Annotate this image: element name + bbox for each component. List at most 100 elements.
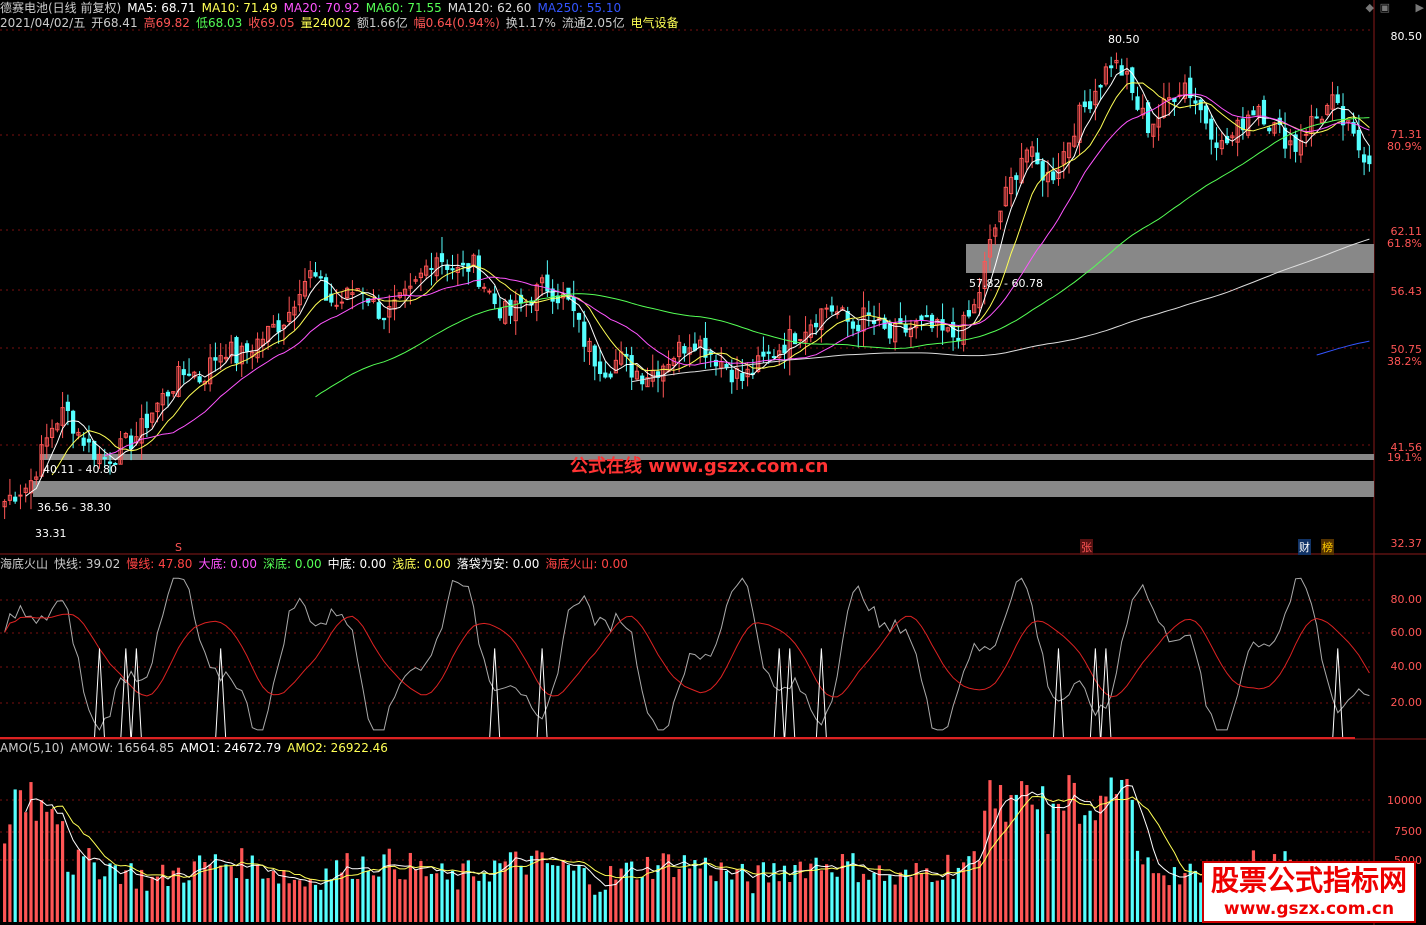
candle-body-240 — [1267, 127, 1272, 132]
watermark: 公式在线 www.gszx.com.cn — [570, 456, 829, 477]
candle-body-40 — [213, 357, 218, 361]
amo-bar-41 — [219, 865, 223, 922]
amo-bar-84 — [445, 879, 449, 922]
amo-bar-218 — [1151, 873, 1155, 922]
candle-body-230 — [1214, 142, 1219, 148]
amo-bar-162 — [856, 882, 860, 922]
candle-body-114 — [603, 372, 608, 378]
amo-bar-100 — [529, 855, 534, 922]
ma10-line — [51, 82, 1370, 476]
amo-bar-221 — [1167, 885, 1171, 922]
candle-body-112 — [592, 345, 597, 367]
candle-body-15 — [81, 437, 86, 446]
amo-bar-146 — [772, 863, 776, 922]
close-icon[interactable]: ▣ — [1380, 1, 1390, 14]
amo-bar-140 — [740, 863, 744, 922]
amo-bar-111 — [587, 884, 592, 922]
candle-body-175 — [924, 314, 929, 318]
amo-bar-53 — [282, 870, 286, 922]
amo-bar-159 — [840, 854, 845, 922]
candle-body-71 — [376, 302, 381, 319]
badge-title: 股票公式指标网 — [1210, 864, 1407, 897]
amo-bar-133 — [703, 857, 708, 922]
amo-bar-29 — [155, 876, 160, 922]
price-axis-label-0: 80.50 — [1390, 30, 1423, 43]
amo-bar-119 — [630, 861, 634, 922]
ind1-item-8: 海底火山: 0.00 — [545, 557, 628, 571]
amo-bar-214 — [1130, 799, 1134, 922]
amo-bar-92 — [487, 881, 492, 922]
amo-bar-173 — [914, 863, 918, 922]
amo-bar-67 — [356, 879, 360, 922]
ind2-axis-label-1: 7500 — [1394, 825, 1422, 838]
candle-body-146 — [771, 356, 777, 359]
indicator2-header: AMO(5,10) AMOW: 16564.85 AMO1: 24672.79 AMO… — [0, 741, 394, 755]
amo-bar-60 — [319, 889, 323, 922]
ind1-spike-200 — [1052, 648, 1064, 739]
candle-body-119 — [629, 355, 634, 378]
amo-bar-99 — [524, 874, 528, 922]
candle-body-2 — [13, 496, 18, 502]
candle-body-3 — [18, 494, 23, 497]
ind1-item-3: 大底: 0.00 — [198, 557, 258, 571]
amo-bar-113 — [598, 891, 602, 922]
candle-body-59 — [313, 272, 318, 277]
amo-bar-203 — [1072, 782, 1076, 922]
amo-bar-77 — [408, 852, 412, 922]
amo-bar-1 — [8, 824, 12, 922]
amo-bar-179 — [946, 854, 950, 922]
amo-bar-80 — [424, 876, 428, 922]
amo-bar-223 — [1178, 884, 1182, 922]
ind1-spike-207 — [1089, 648, 1101, 739]
amo-bar-14 — [76, 849, 81, 922]
ma-item-5: MA120: 62.60 — [447, 1, 532, 15]
ohlc-item-6: 额1.66亿 — [356, 16, 408, 30]
candle-body-133 — [703, 337, 708, 358]
price-axis-label-5: 56.43 — [1390, 285, 1423, 298]
amo-bar-62 — [329, 879, 333, 922]
amo-bar-126 — [666, 854, 671, 922]
amo-bar-122 — [645, 856, 650, 922]
candle-body-140 — [740, 373, 745, 382]
settings-icon[interactable]: ▶ — [1416, 1, 1424, 14]
amo-bar-83 — [440, 863, 444, 922]
price-axis-label-2: 80.9% — [1387, 140, 1422, 153]
amo-bar-134 — [709, 875, 713, 922]
amo-bar-19 — [103, 876, 107, 922]
amo-bar-199 — [1051, 803, 1055, 922]
amo-bar-65 — [345, 853, 349, 922]
candle-body-72 — [381, 317, 387, 321]
amo-bar-226 — [1193, 870, 1198, 922]
ind1-spike-41 — [215, 648, 227, 739]
amo-bar-3 — [18, 790, 23, 922]
amo-bar-10 — [55, 824, 59, 922]
ohlc-item-10: 电气设备 — [630, 16, 679, 30]
amo-bar-64 — [340, 872, 344, 922]
candle-body-87 — [460, 262, 466, 266]
candle-body-84 — [445, 264, 450, 270]
amo-bar-183 — [967, 856, 971, 922]
amo-bar-156 — [825, 864, 829, 922]
amo-bar-73 — [387, 848, 391, 922]
amo-bar-215 — [1135, 850, 1140, 922]
amo-bar-15 — [82, 856, 86, 922]
candle-body-27 — [144, 413, 150, 428]
candle-body-104 — [550, 288, 555, 302]
amo-bar-141 — [745, 881, 750, 922]
amo-bar-115 — [608, 866, 613, 922]
amo-bar-25 — [134, 888, 138, 922]
ind1-spike-93 — [489, 648, 501, 739]
amo-bar-142 — [751, 893, 755, 922]
candle-body-44 — [234, 337, 239, 364]
collapse-icon[interactable]: ◆ — [1366, 1, 1374, 14]
amo-bar-176 — [930, 882, 934, 922]
amo-bar-8 — [45, 811, 49, 922]
amo-bar-178 — [940, 879, 945, 922]
amo-bar-66 — [350, 878, 355, 922]
amo-bar-23 — [124, 870, 128, 922]
amo-bar-174 — [919, 873, 924, 922]
amo-bar-50 — [266, 878, 270, 922]
amo-bar-74 — [392, 869, 397, 922]
amo-bar-189 — [998, 785, 1003, 922]
amo-bar-91 — [482, 872, 486, 922]
